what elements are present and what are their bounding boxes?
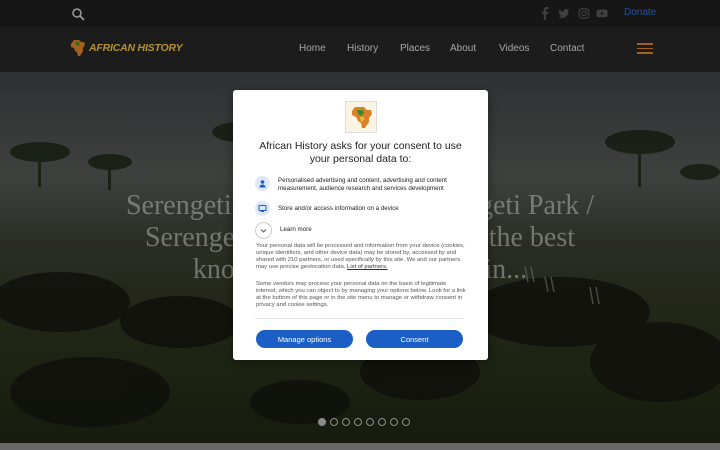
- africa-map-icon: [352, 107, 372, 128]
- purpose-item: Store and/or access information on a dev…: [255, 201, 470, 216]
- site-logo-thumbnail: [345, 101, 377, 133]
- consent-paragraph-2: Some vendors may process your personal d…: [256, 281, 466, 309]
- manage-options-button[interactable]: Manage options: [256, 330, 353, 348]
- learn-more-label[interactable]: Learn more: [280, 222, 312, 234]
- consent-paragraph-1: Your personal data will be processed and…: [256, 243, 466, 271]
- device-icon: [255, 201, 270, 216]
- purpose-item: Personalised advertising and content, ad…: [255, 176, 470, 192]
- consent-dialog: African History asks for your consent to…: [233, 90, 488, 360]
- person-icon: [255, 176, 270, 191]
- consent-title: African History asks for your consent to…: [259, 140, 462, 165]
- chevron-down-icon[interactable]: [255, 222, 272, 239]
- purpose-text: Store and/or access information on a dev…: [278, 205, 399, 212]
- purpose-text: Personalised advertising and content, ad…: [278, 177, 447, 192]
- divider: [255, 318, 464, 319]
- partners-link[interactable]: List of partners.: [347, 264, 388, 270]
- consent-button[interactable]: Consent: [366, 330, 463, 348]
- learn-more-toggle[interactable]: Learn more: [255, 222, 470, 239]
